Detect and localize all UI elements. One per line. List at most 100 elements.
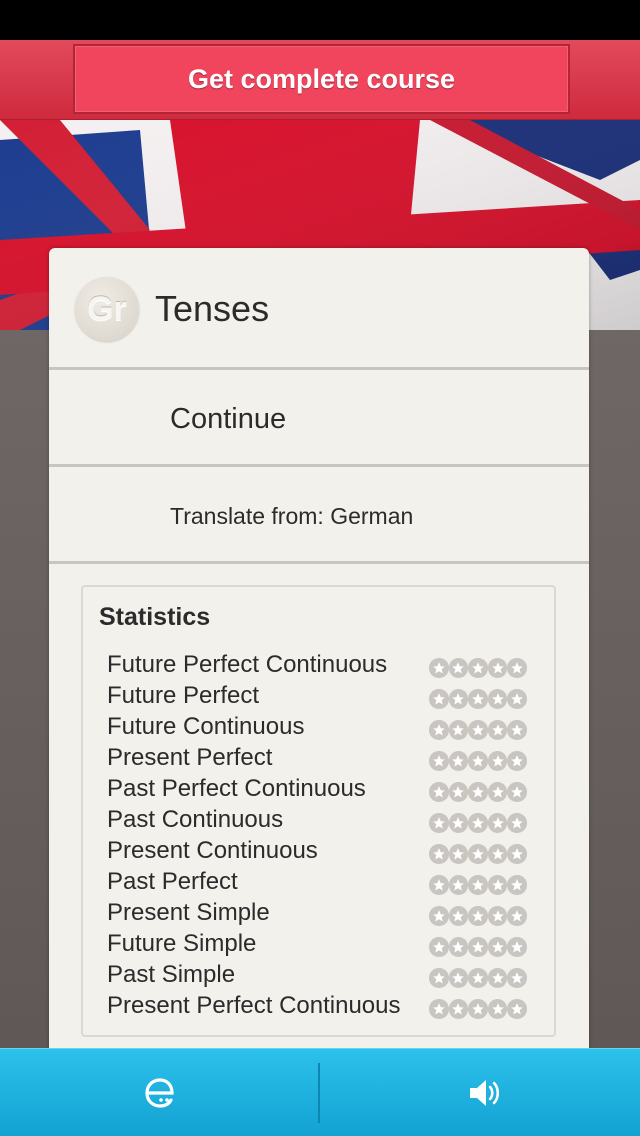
star-icon [448,968,469,988]
statistics-row: Past Perfect [107,868,547,899]
star-icon [487,875,508,895]
statistics-row-label: Past Perfect Continuous [107,775,366,802]
star-icon [507,875,527,895]
star-icon [448,720,469,740]
translate-from-button[interactable]: Translate from: German [49,470,589,564]
speaker-icon [470,1080,500,1106]
status-bar [0,0,640,40]
star-icon [448,751,469,771]
star-icon [468,782,488,802]
statistics-row: Future Simple [107,930,547,961]
star-icon [487,813,508,833]
statistics-row: Present Perfect [107,744,547,775]
statistics-row-label: Future Simple [107,930,257,957]
star-icon [487,720,508,740]
star-icon [468,689,488,709]
course-avatar: Gr [75,277,139,341]
star-icon [507,906,527,926]
star-icon [487,844,508,864]
star-icon [487,999,508,1019]
star-icon [507,844,527,864]
star-rating [429,716,527,742]
star-rating [429,809,527,835]
explore-button[interactable] [130,1067,190,1119]
star-icon [468,751,488,771]
continue-button[interactable]: Continue [49,373,589,467]
star-icon [429,658,449,678]
statistics-row: Past Simple [107,961,547,992]
star-icon [507,999,527,1019]
star-rating [429,995,527,1021]
star-icon [468,844,488,864]
star-icon [468,658,488,678]
star-icon [448,875,469,895]
star-icon [448,844,469,864]
star-icon [448,813,469,833]
statistics-row-label: Past Continuous [107,806,284,833]
statistics-row: Future Perfect [107,682,547,713]
star-rating [429,654,527,680]
star-icon [507,968,527,988]
star-rating [429,933,527,959]
star-icon [448,689,469,709]
statistics-row: Present Perfect Continuous [107,992,547,1023]
star-icon [507,720,527,740]
statistics-row: Present Continuous [107,837,547,868]
statistics-row-label: Present Simple [107,899,270,926]
statistics-row-label: Past Simple [107,961,236,988]
e-letter-icon [145,1078,174,1108]
star-icon [487,968,508,988]
star-rating [429,840,527,866]
star-icon [448,999,469,1019]
course-card: Gr Tenses Continue Translate from: Germa… [49,248,589,1048]
star-icon [468,937,488,957]
statistics-panel: Statistics Future Perfect Continuous Futu… [81,585,556,1037]
star-icon [468,968,488,988]
star-icon [429,875,449,895]
statistics-row: Future Continuous [107,713,547,744]
statistics-title: Statistics [99,603,211,631]
star-icon [487,782,508,802]
star-icon [507,658,527,678]
star-icon [429,844,449,864]
course-title: Tenses [155,288,270,329]
star-icon [487,906,508,926]
star-icon [468,875,488,895]
statistics-row-label: Past Perfect [107,868,238,895]
star-icon [468,999,488,1019]
star-rating [429,902,527,928]
star-icon [448,782,469,802]
star-icon [507,751,527,771]
statistics-row: Future Perfect Continuous [107,651,547,682]
star-rating [429,778,527,804]
star-icon [487,937,508,957]
star-icon [429,813,449,833]
continue-label: Continue [170,403,287,435]
star-icon [448,906,469,926]
star-rating [429,964,527,990]
statistics-list: Future Perfect Continuous Future Perfect F… [107,651,547,1023]
statistics-row-label: Present Perfect [107,744,273,771]
statistics-row: Present Simple [107,899,547,930]
top-banner: Get complete course [0,40,640,120]
star-icon [487,689,508,709]
star-icon [507,689,527,709]
statistics-row-label: Future Perfect [107,682,260,709]
star-rating [429,871,527,897]
star-rating [429,747,527,773]
sound-button[interactable] [455,1067,515,1119]
star-icon [429,751,449,771]
statistics-row: Past Perfect Continuous [107,775,547,806]
get-complete-course-button[interactable]: Get complete course [73,44,570,114]
star-icon [429,937,449,957]
star-icon [487,658,508,678]
star-icon [468,720,488,740]
star-icon [429,999,449,1019]
star-icon [429,689,449,709]
star-icon [507,813,527,833]
star-icon [507,937,527,957]
star-icon [487,751,508,771]
toolbar-divider [318,1063,320,1123]
star-rating [429,685,527,711]
star-icon [429,968,449,988]
